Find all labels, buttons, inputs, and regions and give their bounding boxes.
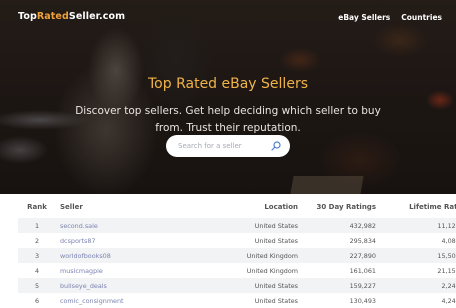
seller-link[interactable]: comic_consignment	[60, 297, 124, 305]
lifetime-ratings-cell: 11,121,258	[437, 221, 456, 230]
hero-overlay	[0, 0, 456, 194]
location-cell: United States	[254, 281, 298, 290]
rank-cell: 4	[34, 266, 40, 275]
ratings-30-cell: 161,061	[349, 266, 376, 275]
seller-link[interactable]: second.sale	[60, 222, 98, 230]
nav-countries[interactable]: Countries	[401, 13, 442, 22]
table-row: 3 worldofbooks08 United Kingdom 227,890 …	[18, 248, 456, 263]
top-nav: eBay Sellers Countries	[338, 13, 442, 22]
logo-text-top: Top	[18, 11, 37, 22]
search-icon[interactable]	[270, 140, 282, 152]
column-header-seller[interactable]: Seller	[56, 196, 214, 218]
lifetime-ratings-cell: 21,155,730	[437, 266, 456, 275]
seller-cell: comic_consignment	[56, 293, 214, 308]
rank-cell: 2	[34, 236, 40, 245]
lifetime-ratings-cell: 15,501,890	[437, 251, 456, 260]
column-header-lifetime-ratings[interactable]: Lifetime Ratings	[380, 196, 456, 218]
location-cell: United States	[254, 296, 298, 305]
lifetime-ratings-cell: 4,246,123	[441, 296, 456, 305]
table-row: 1 second.sale United States 432,982 11,1…	[18, 218, 456, 233]
ratings-30-cell: 295,834	[349, 236, 376, 245]
page-title: Top Rated eBay Sellers	[148, 76, 308, 93]
table-header-row: Rank Seller Location 30 Day Ratings Life…	[18, 196, 456, 218]
seller-link[interactable]: worldofbooks08	[60, 252, 111, 260]
sellers-table-container: Rank Seller Location 30 Day Ratings Life…	[18, 196, 456, 308]
column-header-location[interactable]: Location	[214, 196, 302, 218]
site-logo[interactable]: TopRatedSeller.com	[18, 11, 125, 22]
seller-cell: dcsports87	[56, 233, 214, 248]
location-cell: United States	[254, 236, 298, 245]
ratings-30-cell: 130,493	[349, 296, 376, 305]
nav-ebay-sellers[interactable]: eBay Sellers	[338, 13, 390, 22]
seller-cell: worldofbooks08	[56, 248, 214, 263]
table-row: 6 comic_consignment United States 130,49…	[18, 293, 456, 308]
table-row: 2 dcsports87 United States 295,834 4,083…	[18, 233, 456, 248]
seller-cell: musicmagpie	[56, 263, 214, 278]
logo-text-rated: Rated	[36, 11, 69, 22]
lifetime-ratings-cell: 4,083,294	[441, 236, 456, 245]
logo-text-seller: Seller.com	[68, 11, 126, 22]
location-cell: United Kingdom	[246, 251, 298, 260]
rank-cell: 3	[34, 251, 40, 260]
rank-cell: 6	[34, 296, 40, 305]
table-row: 5 bullseye_deals United States 159,227 2…	[18, 278, 456, 293]
hero-subtitle: Discover top sellers. Get help deciding …	[75, 104, 381, 134]
ratings-30-cell: 432,982	[349, 221, 376, 230]
ratings-30-cell: 159,227	[349, 281, 376, 290]
search-input[interactable]	[176, 141, 270, 151]
location-cell: United States	[254, 221, 298, 230]
location-cell: United Kingdom	[246, 266, 298, 275]
table-row: 4 musicmagpie United Kingdom 161,061 21,…	[18, 263, 456, 278]
rank-cell: 5	[34, 281, 40, 290]
seller-cell: second.sale	[56, 218, 214, 233]
seller-link[interactable]: bullseye_deals	[60, 282, 107, 290]
ratings-30-cell: 227,890	[349, 251, 376, 260]
sellers-table: Rank Seller Location 30 Day Ratings Life…	[18, 196, 456, 308]
lifetime-ratings-cell: 2,242,435	[441, 281, 456, 290]
search-box	[166, 135, 290, 157]
rank-cell: 1	[34, 221, 40, 230]
column-header-30-day-ratings[interactable]: 30 Day Ratings	[302, 196, 380, 218]
seller-cell: bullseye_deals	[56, 278, 214, 293]
seller-link[interactable]: musicmagpie	[60, 267, 103, 275]
hero-banner: TopRatedSeller.com eBay Sellers Countrie…	[0, 0, 456, 194]
seller-link[interactable]: dcsports87	[60, 237, 95, 245]
column-header-rank[interactable]: Rank	[18, 196, 56, 218]
